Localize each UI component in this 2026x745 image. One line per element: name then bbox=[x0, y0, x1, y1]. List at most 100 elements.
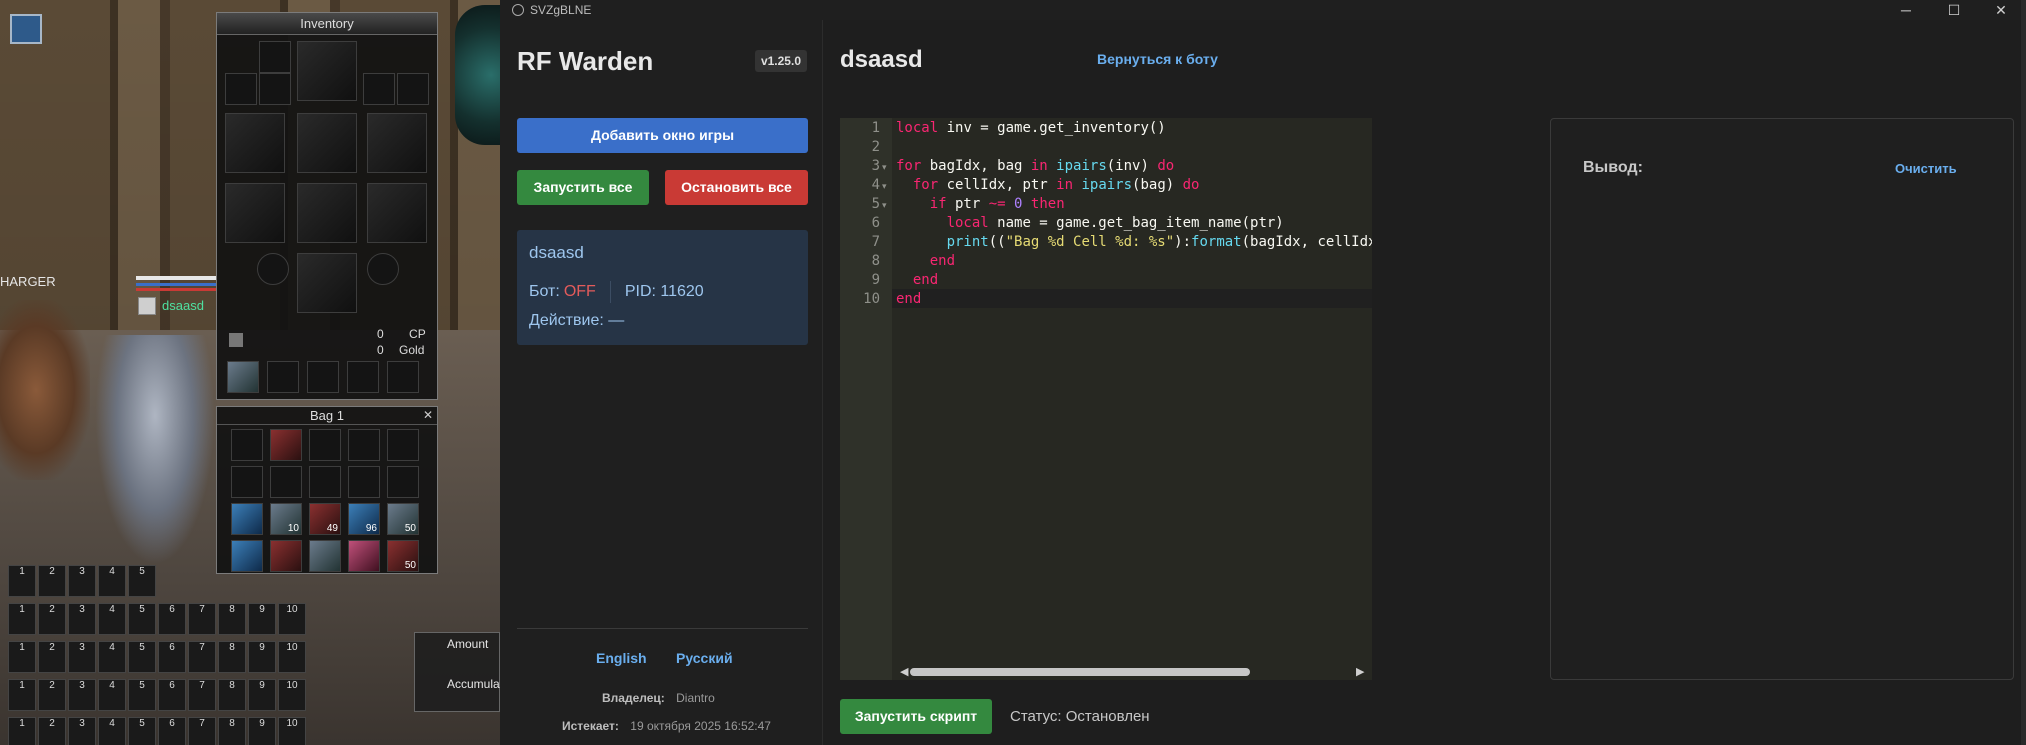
hotbar-slot[interactable]: 8 bbox=[218, 641, 246, 673]
horizontal-scrollbar[interactable]: ◀ ▶ bbox=[900, 665, 1365, 678]
hotbar-slot[interactable]: 6 bbox=[158, 717, 186, 745]
hotbar-slot[interactable]: 5 bbox=[128, 641, 156, 673]
lang-english-link[interactable]: English bbox=[596, 650, 647, 666]
equip-slot-gloves[interactable] bbox=[225, 183, 285, 243]
hotbar-slot[interactable]: 9 bbox=[248, 603, 276, 635]
scrollbar-thumb[interactable] bbox=[910, 668, 1250, 676]
game-skill-icon[interactable] bbox=[10, 14, 42, 44]
hotbar-slot[interactable]: 7 bbox=[188, 641, 216, 673]
equip-slot-pants[interactable] bbox=[297, 183, 357, 243]
hotbar-slot[interactable]: 1 bbox=[8, 641, 36, 673]
equip-slot-small[interactable] bbox=[397, 73, 429, 105]
fold-chevron-icon[interactable]: ▾ bbox=[882, 200, 887, 211]
quickslot[interactable] bbox=[227, 361, 259, 393]
hotbar-slot[interactable]: 6 bbox=[158, 679, 186, 711]
bag-slot[interactable]: 49 bbox=[309, 503, 341, 535]
bag-slot[interactable] bbox=[348, 466, 380, 498]
hotbar-slot[interactable]: 2 bbox=[38, 641, 66, 673]
hotbar-slot[interactable]: 6 bbox=[158, 641, 186, 673]
quickslot[interactable] bbox=[307, 361, 339, 393]
back-to-bot-link[interactable]: Вернуться к боту bbox=[1097, 51, 1218, 67]
hotbar-slot[interactable]: 3 bbox=[68, 679, 96, 711]
equip-slot-boots[interactable] bbox=[297, 253, 357, 313]
quickslot[interactable] bbox=[347, 361, 379, 393]
equip-slot-ring[interactable] bbox=[257, 253, 289, 285]
fold-chevron-icon[interactable]: ▾ bbox=[882, 181, 887, 192]
fold-chevron-icon[interactable]: ▾ bbox=[882, 162, 887, 173]
hotbar-slot[interactable]: 9 bbox=[248, 641, 276, 673]
hotbar-slot[interactable]: 4 bbox=[98, 679, 126, 711]
hotbar-slot[interactable]: 9 bbox=[248, 679, 276, 711]
inventory-title-bar[interactable]: Inventory bbox=[217, 13, 437, 35]
hotbar-slot[interactable]: 6 bbox=[158, 603, 186, 635]
bag-title[interactable]: Bag 1 bbox=[217, 407, 437, 425]
lang-russian-link[interactable]: Русский bbox=[676, 650, 733, 666]
hotbar-slot[interactable]: 3 bbox=[68, 603, 96, 635]
hotbar-slot[interactable]: 3 bbox=[68, 717, 96, 745]
quickslot[interactable] bbox=[387, 361, 419, 393]
bag-slot[interactable]: 10 bbox=[270, 503, 302, 535]
bag-slot[interactable] bbox=[231, 503, 263, 535]
game-minimap[interactable] bbox=[455, 5, 500, 145]
bag-slot[interactable] bbox=[309, 466, 341, 498]
hotbar-slot[interactable]: 10 bbox=[278, 641, 306, 673]
stop-all-button[interactable]: Остановить все bbox=[665, 170, 808, 205]
hotbar-slot[interactable]: 2 bbox=[38, 603, 66, 635]
equip-slot-small[interactable] bbox=[363, 73, 395, 105]
equip-slot-cloak[interactable] bbox=[367, 183, 427, 243]
run-script-button[interactable]: Запустить скрипт bbox=[840, 699, 992, 734]
hotbar-slot[interactable]: 8 bbox=[218, 717, 246, 745]
hotbar-slot[interactable]: 5 bbox=[128, 679, 156, 711]
equip-slot-weapon[interactable] bbox=[225, 113, 285, 173]
bag-slot[interactable] bbox=[270, 429, 302, 461]
equip-slot-small[interactable] bbox=[225, 73, 257, 105]
hotbar-slot[interactable]: 2 bbox=[38, 717, 66, 745]
start-all-button[interactable]: Запустить все bbox=[517, 170, 649, 205]
hotbar-slot[interactable]: 7 bbox=[188, 679, 216, 711]
bag-slot[interactable] bbox=[387, 466, 419, 498]
game-viewport[interactable]: HARGER dsaasd Inventory 0 CP 0 Gold Bag … bbox=[0, 0, 500, 745]
equip-slot-small[interactable] bbox=[259, 73, 291, 105]
hotbar-slot[interactable]: 7 bbox=[188, 603, 216, 635]
bag-slot[interactable]: 96 bbox=[348, 503, 380, 535]
hotbar-slot[interactable]: 5 bbox=[128, 565, 156, 597]
bot-card[interactable]: dsaasd Бот: OFF PID: 11620 Действие: — bbox=[517, 230, 808, 345]
hotbar-slot[interactable]: 3 bbox=[68, 565, 96, 597]
hotbar-slot[interactable]: 4 bbox=[98, 717, 126, 745]
hotbar-slot[interactable]: 4 bbox=[98, 603, 126, 635]
hotbar-slot[interactable]: 8 bbox=[218, 603, 246, 635]
equip-slot-small[interactable] bbox=[259, 41, 291, 73]
bag-slot[interactable]: 50 bbox=[387, 540, 419, 572]
title-bar[interactable]: SVZgBLNE ─ ☐ ✕ bbox=[500, 0, 2026, 20]
hotbar-slot[interactable]: 10 bbox=[278, 717, 306, 745]
bag-slot[interactable] bbox=[231, 429, 263, 461]
hotbar-slot[interactable]: 1 bbox=[8, 717, 36, 745]
bag-slot[interactable] bbox=[270, 466, 302, 498]
equip-slot-helmet[interactable] bbox=[297, 41, 357, 101]
bag-slot[interactable]: 50 bbox=[387, 503, 419, 535]
hotbar-slot[interactable]: 1 bbox=[8, 565, 36, 597]
minimize-button[interactable]: ─ bbox=[1883, 0, 1929, 20]
bag-slot[interactable] bbox=[231, 466, 263, 498]
close-icon[interactable]: ✕ bbox=[423, 408, 433, 422]
hotbar-slot[interactable]: 1 bbox=[8, 679, 36, 711]
maximize-button[interactable]: ☐ bbox=[1931, 0, 1977, 20]
hotbar-slot[interactable]: 5 bbox=[128, 717, 156, 745]
hotbar-slot[interactable]: 2 bbox=[38, 565, 66, 597]
code-editor[interactable]: 1 2 3 4 5 6 7 8 9 10 ▾ ▾ ▾ local inv = g… bbox=[840, 118, 1372, 680]
clear-output-button[interactable]: Очистить bbox=[1895, 161, 1957, 176]
hotbar-slot[interactable]: 1 bbox=[8, 603, 36, 635]
hotbar-slot[interactable]: 8 bbox=[218, 679, 246, 711]
hotbar-slot[interactable]: 7 bbox=[188, 717, 216, 745]
hotbar-slot[interactable]: 2 bbox=[38, 679, 66, 711]
equip-slot-ring[interactable] bbox=[367, 253, 399, 285]
equip-slot-shield[interactable] bbox=[367, 113, 427, 173]
close-button[interactable]: ✕ bbox=[1978, 0, 2024, 20]
hotbar-slot[interactable]: 9 bbox=[248, 717, 276, 745]
hotbar-slot[interactable]: 10 bbox=[278, 603, 306, 635]
scroll-left-icon[interactable]: ◀ bbox=[900, 665, 908, 678]
bag-slot[interactable] bbox=[348, 429, 380, 461]
inventory-menu-icon[interactable] bbox=[229, 333, 243, 347]
hotbar-slot[interactable]: 4 bbox=[98, 641, 126, 673]
hotbar-slot[interactable]: 3 bbox=[68, 641, 96, 673]
